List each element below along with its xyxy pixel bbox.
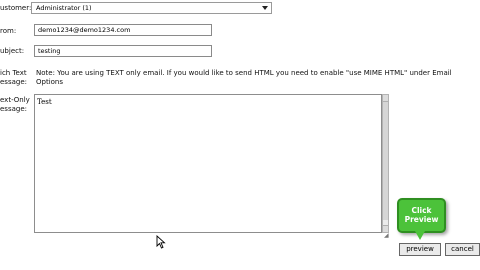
- rich-text-note: Note: You are using TEXT only email. If …: [36, 69, 452, 86]
- scroll-up-arrow-icon[interactable]: [383, 95, 388, 102]
- scrollbar-thumb[interactable]: [383, 102, 388, 220]
- from-label: rom:: [0, 27, 17, 35]
- preview-button[interactable]: preview: [399, 243, 441, 256]
- text-only-label-line2: essage:: [0, 105, 27, 113]
- callout-line2: Preview: [404, 215, 439, 224]
- from-input[interactable]: demo1234@demo1234.com: [34, 24, 212, 36]
- cancel-button[interactable]: cancel: [445, 243, 480, 256]
- subject-input[interactable]: testing: [34, 45, 212, 57]
- customer-select-value: Administrator (1): [36, 4, 92, 12]
- callout-tail: [415, 231, 425, 240]
- scroll-down-arrow-icon[interactable]: [383, 225, 388, 232]
- resize-handle-icon[interactable]: ◢: [384, 232, 389, 239]
- callout-line1: Click: [411, 206, 432, 215]
- subject-label: ubject:: [0, 47, 25, 55]
- rich-text-label-line2: essage:: [0, 78, 27, 86]
- chevron-down-icon[interactable]: [262, 6, 268, 10]
- text-only-label-line1: ext-Only: [0, 96, 30, 104]
- click-preview-callout: Click Preview: [397, 198, 446, 233]
- text-only-message-textarea[interactable]: Test: [34, 94, 382, 233]
- textarea-scrollbar[interactable]: [382, 94, 389, 233]
- customer-select[interactable]: Administrator (1): [31, 2, 272, 14]
- mouse-cursor-icon: [156, 235, 166, 249]
- customer-label: ustomer:: [0, 4, 32, 12]
- rich-text-label-line1: ich Text: [0, 69, 27, 77]
